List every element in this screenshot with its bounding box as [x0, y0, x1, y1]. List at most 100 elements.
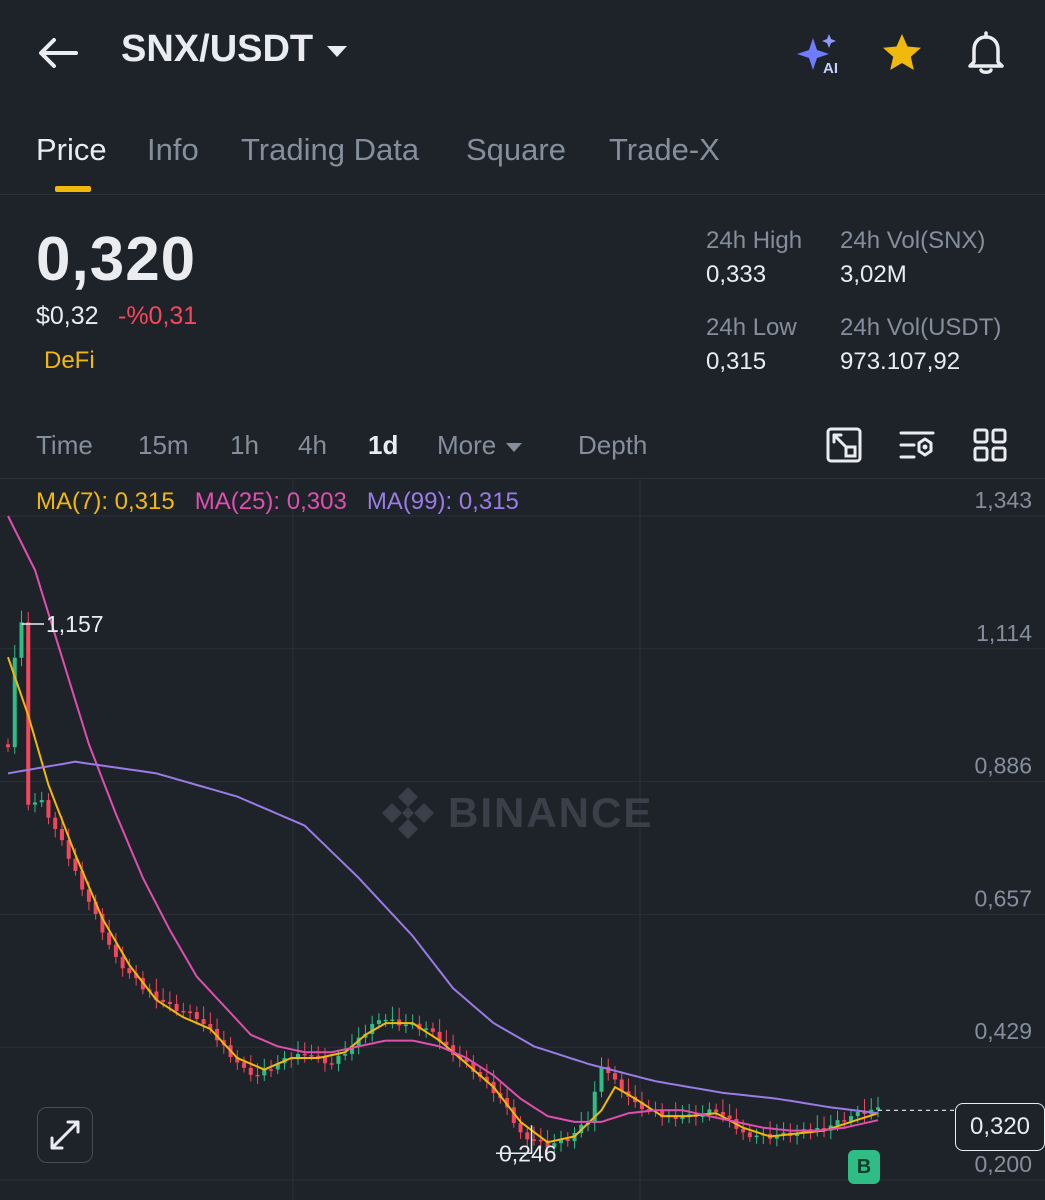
interval-more-label: More [437, 430, 497, 460]
high-value: 0,333 [706, 261, 767, 288]
candle-body [612, 1073, 617, 1080]
y-tick-label: 0,200 [974, 1151, 1032, 1177]
candle-body [201, 1019, 206, 1025]
watermark: BINANCE [382, 787, 653, 839]
candle-body [376, 1020, 381, 1024]
candle-body [390, 1019, 395, 1021]
usd-price: $0,32 [36, 302, 99, 330]
candle-body [714, 1109, 719, 1113]
candle-body [53, 817, 58, 829]
alerts-button[interactable] [962, 28, 1010, 78]
candle-body [113, 944, 118, 957]
ma-line-ma7 [7, 656, 879, 1144]
candle-body [302, 1053, 307, 1056]
pair-name: SNX/USDT [121, 28, 314, 70]
expand-chart-button[interactable] [37, 1107, 93, 1163]
vol-snx-label: 24h Vol(SNX) [840, 227, 986, 254]
candle-body [46, 800, 51, 818]
category-tag[interactable]: DeFi [44, 347, 95, 375]
candle-body [565, 1138, 570, 1142]
candle-body [599, 1066, 604, 1092]
ma-line-ma99 [7, 760, 879, 1115]
binance-logo-icon [382, 787, 434, 839]
low-value: 0,315 [706, 348, 767, 375]
tab-info[interactable]: Info [147, 132, 199, 168]
candle-body [39, 800, 44, 803]
back-button[interactable] [34, 30, 84, 76]
candle-body [181, 1010, 186, 1013]
candle-body [835, 1120, 840, 1126]
current-price-tag: 0,320 [955, 1103, 1045, 1151]
vol-snx-value: 3,02M [840, 261, 907, 288]
candle-body [842, 1120, 847, 1122]
top-bar: SNX/USDT AI [0, 0, 1045, 110]
last-price: 0,320 [36, 225, 197, 294]
candle-body [343, 1053, 348, 1056]
interval-more[interactable]: More [437, 430, 523, 461]
watermark-text: BINANCE [448, 789, 653, 836]
candle-body [383, 1019, 388, 1022]
candle-body [174, 1003, 179, 1011]
candle-body [403, 1024, 408, 1027]
chart-expand-icon [826, 427, 862, 463]
vol-usdt-label: 24h Vol(USDT) [840, 314, 1002, 341]
max-price-label: 1,157 [46, 611, 104, 637]
price-change-percent: -%0,31 [118, 302, 198, 330]
candle-body [855, 1111, 860, 1117]
price-chart[interactable]: BINANCE 1,343 1,114 0,886 0,657 0,429 0,200 1… [0, 478, 1045, 1200]
candle-body [194, 1012, 199, 1020]
fullscreen-chart-button[interactable] [825, 426, 863, 464]
pair-selector[interactable]: SNX/USDT [121, 28, 348, 71]
candle-body [127, 968, 132, 974]
candle-body [167, 1001, 172, 1004]
interval-1d[interactable]: 1d [368, 430, 398, 461]
ma25-value: MA(25): 0,303 [194, 488, 347, 515]
candle-body [747, 1132, 752, 1138]
chart-grid [0, 478, 1045, 1200]
candle-body [754, 1135, 759, 1138]
interval-1h[interactable]: 1h [230, 430, 259, 461]
active-tab-indicator [55, 186, 91, 192]
candle-body [188, 1011, 193, 1014]
y-tick-label: 1,343 [974, 487, 1032, 513]
indicator-settings-button[interactable] [898, 426, 936, 464]
favorite-button[interactable] [878, 30, 926, 76]
chevron-down-icon [327, 46, 348, 57]
ma7-value: MA(7): 0,315 [36, 488, 175, 515]
tab-trade-x[interactable]: Trade-X [609, 132, 720, 168]
vol-usdt-value: 973.107,92 [840, 348, 961, 375]
chevron-down-icon [506, 442, 523, 452]
interval-depth[interactable]: Depth [578, 430, 647, 461]
candle-body [309, 1055, 314, 1057]
interval-time[interactable]: Time [36, 430, 93, 461]
candle-body [336, 1055, 341, 1064]
star-icon [883, 34, 921, 70]
candle-body [120, 956, 125, 969]
interval-15m[interactable]: 15m [138, 430, 189, 461]
candle-body [32, 802, 37, 805]
ma99-value: MA(99): 0,315 [366, 488, 519, 515]
ma-legend: MA(7): 0,315 MA(25): 0,303 MA(99): 0,315 [36, 488, 519, 516]
candle-body [19, 622, 24, 658]
tab-price[interactable]: Price [36, 132, 107, 168]
back-arrow-icon [39, 38, 78, 68]
candle-body [255, 1074, 260, 1077]
min-price-label: 0,246 [499, 1140, 557, 1166]
ai-sparkle-icon: AI [797, 34, 838, 77]
ma-line-ma25 [7, 515, 879, 1132]
candle-body [269, 1069, 274, 1071]
tab-trading-data[interactable]: Trading Data [241, 132, 419, 168]
candle-body [161, 999, 166, 1002]
low-label: 24h Low [706, 314, 797, 341]
candle-body [727, 1115, 732, 1120]
tab-square[interactable]: Square [466, 132, 566, 168]
ai-assistant-button[interactable]: AI [793, 30, 843, 77]
buy-marker[interactable]: B [848, 1150, 880, 1184]
y-tick-label: 0,429 [974, 1018, 1032, 1044]
y-tick-label: 1,114 [976, 620, 1032, 646]
candle-body [525, 1132, 530, 1140]
bell-icon [968, 31, 1004, 74]
interval-4h[interactable]: 4h [298, 430, 327, 461]
layout-grid-button[interactable] [971, 426, 1009, 464]
y-tick-label: 0,657 [974, 885, 1032, 911]
